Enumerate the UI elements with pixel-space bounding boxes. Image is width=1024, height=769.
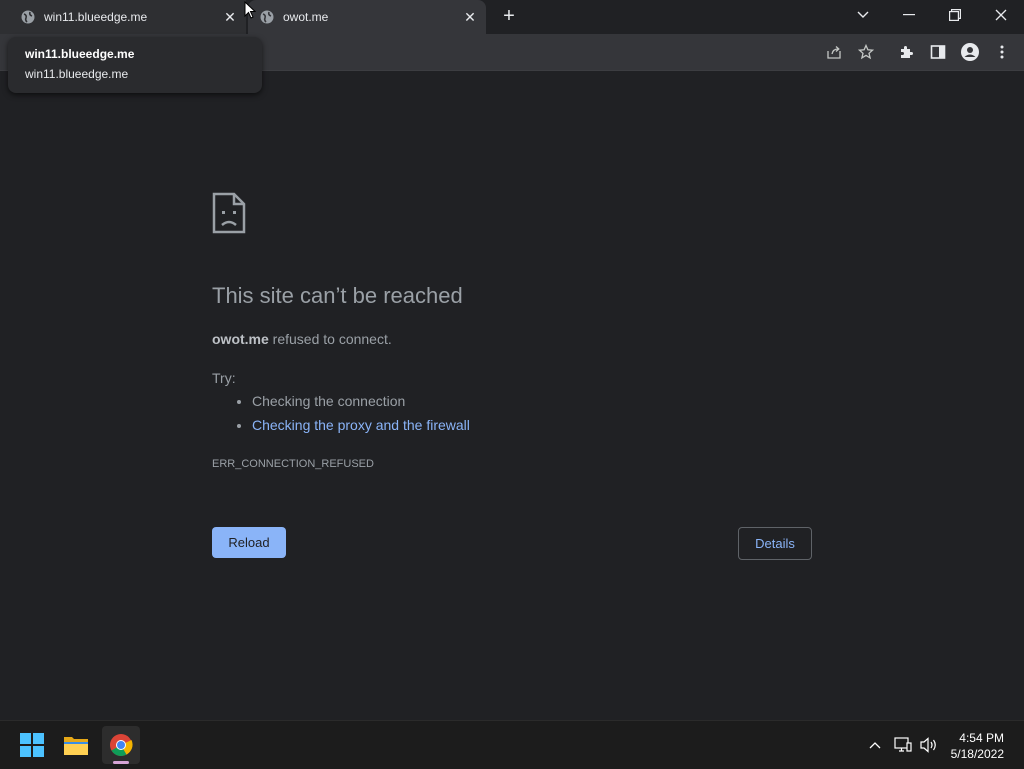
close-window-button[interactable] <box>978 0 1024 30</box>
list-item: Checking the connection <box>252 389 470 413</box>
file-explorer-icon[interactable] <box>57 726 95 764</box>
hover-card-url: win11.blueedge.me <box>25 67 129 81</box>
list-item[interactable]: Checking the proxy and the firewall <box>252 413 470 437</box>
tab-title: owot.me <box>283 10 329 24</box>
tab-search-button[interactable] <box>840 0 886 30</box>
active-app-indicator <box>113 761 129 764</box>
try-label: Try: <box>212 370 236 386</box>
error-code: ERR_CONNECTION_REFUSED <box>212 458 374 470</box>
network-icon[interactable] <box>892 735 914 755</box>
windows-start-icon[interactable] <box>13 726 51 764</box>
details-button[interactable]: Details <box>738 527 812 560</box>
page-content: This site can’t be reached owot.me refus… <box>0 71 1024 716</box>
star-icon[interactable] <box>856 42 876 62</box>
mouse-cursor-icon <box>244 0 257 24</box>
new-tab-button[interactable]: + <box>498 5 520 27</box>
globe-icon <box>259 9 275 25</box>
clock-date: 5/18/2022 <box>950 747 1004 761</box>
clock-time: 4:54 PM <box>959 731 1004 745</box>
menu-icon[interactable] <box>992 42 1012 62</box>
host-name: owot.me <box>212 331 269 347</box>
taskbar: 4:54 PM 5/18/2022 <box>0 720 1024 769</box>
suggestion-text: Checking the connection <box>252 393 406 409</box>
error-message: owot.me refused to connect. <box>212 331 392 347</box>
globe-icon <box>20 9 36 25</box>
restore-button[interactable] <box>932 0 978 30</box>
volume-icon[interactable] <box>918 735 940 755</box>
system-clock[interactable]: 4:54 PM 5/18/2022 <box>951 730 1004 762</box>
suggestion-list: Checking the connection Checking the pro… <box>212 389 470 437</box>
proxy-firewall-link[interactable]: Checking the proxy and the firewall <box>252 417 470 433</box>
chevron-up-icon[interactable] <box>864 735 886 755</box>
tab-strip: win11.blueedge.me ✕ owot.me ✕ + <box>0 0 1024 34</box>
side-panel-icon[interactable] <box>928 42 948 62</box>
share-icon[interactable] <box>824 42 844 62</box>
page-title: This site can’t be reached <box>212 283 463 308</box>
extensions-icon[interactable] <box>896 42 916 62</box>
tab-hover-card: win11.blueedge.me win11.blueedge.me <box>8 37 262 93</box>
minimize-button[interactable] <box>886 0 932 30</box>
tab-win11[interactable]: win11.blueedge.me ✕ <box>0 0 246 34</box>
hover-card-title: win11.blueedge.me <box>25 47 135 61</box>
profile-icon[interactable] <box>960 42 980 62</box>
reload-button[interactable]: Reload <box>212 527 286 558</box>
tab-owot[interactable]: owot.me ✕ <box>248 0 486 34</box>
close-tab-icon[interactable]: ✕ <box>460 7 480 27</box>
tab-title: win11.blueedge.me <box>44 10 148 24</box>
chrome-icon[interactable] <box>102 726 140 764</box>
sad-page-icon <box>212 192 246 239</box>
close-tab-icon[interactable]: ✕ <box>220 7 240 27</box>
error-message-suffix: refused to connect. <box>268 331 392 347</box>
